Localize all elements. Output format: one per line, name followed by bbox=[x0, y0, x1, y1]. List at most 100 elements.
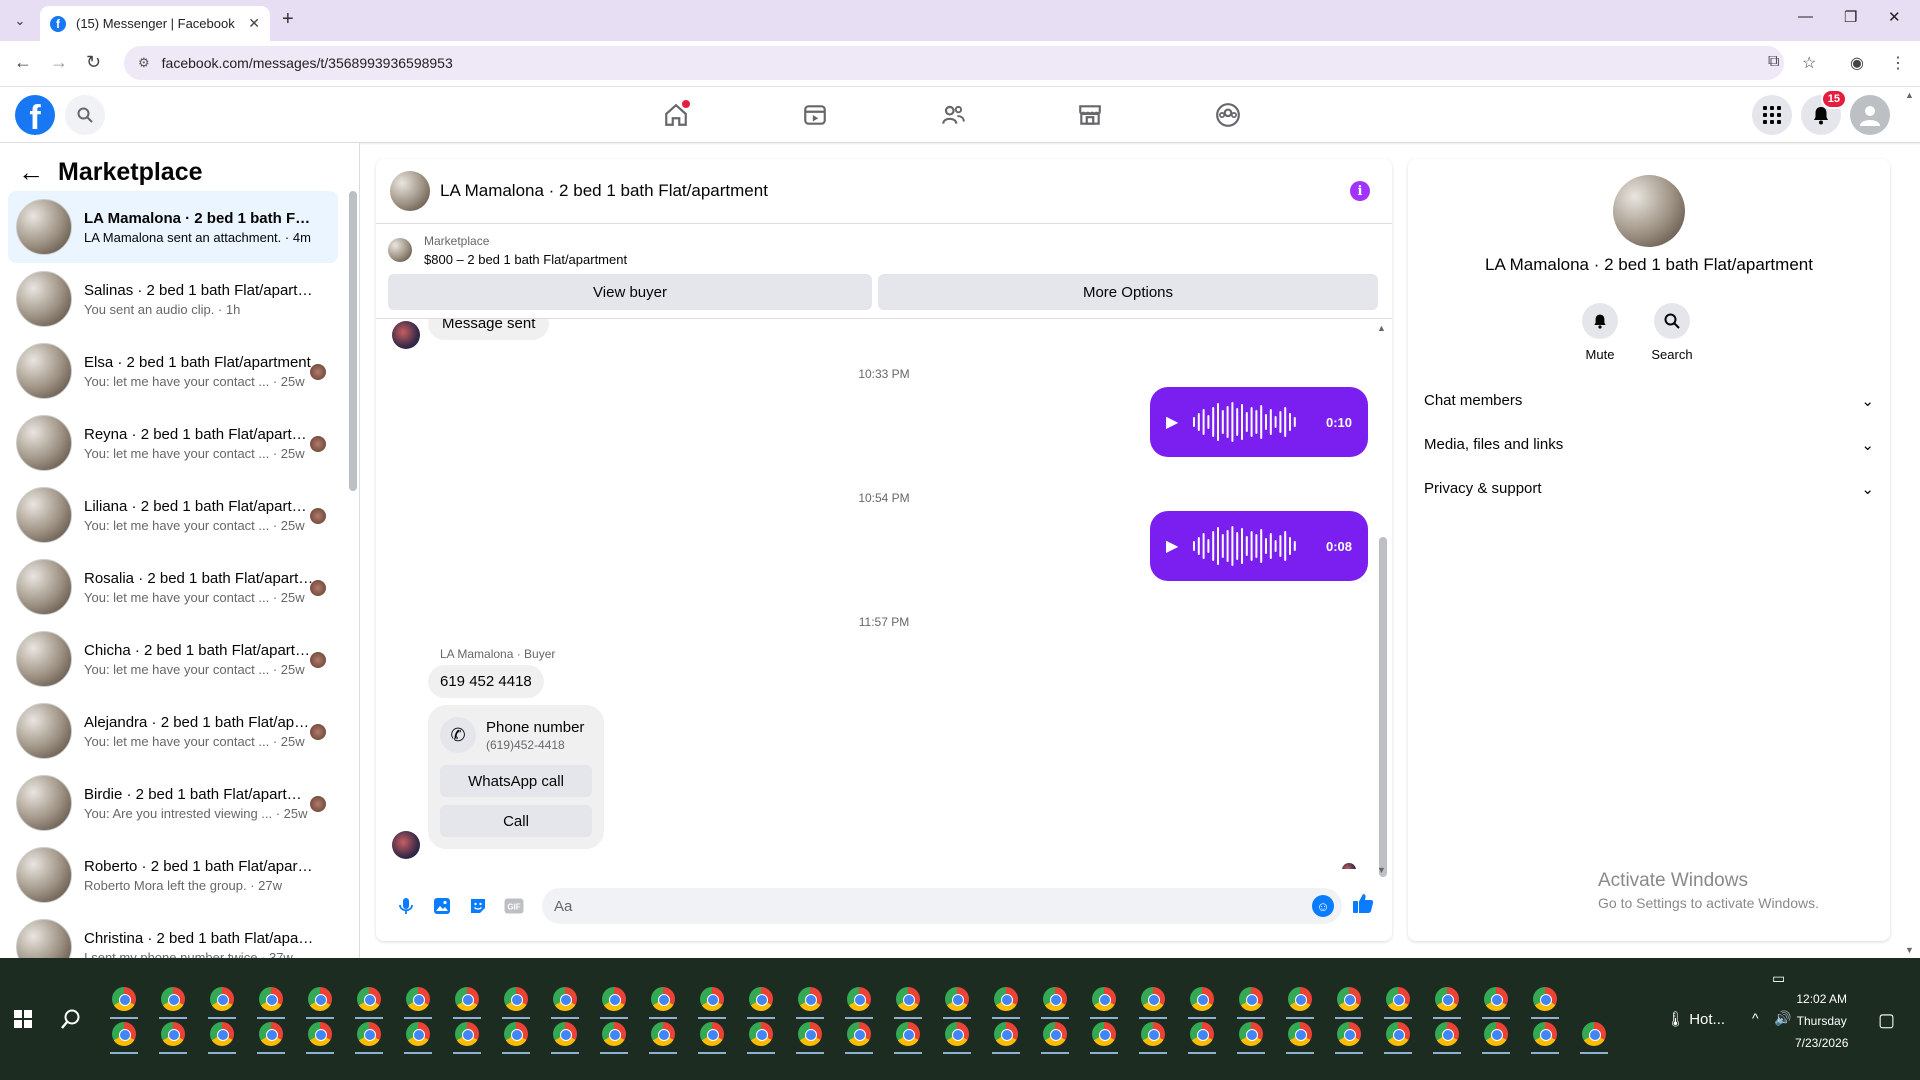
whatsapp-call-button[interactable]: WhatsApp call bbox=[440, 765, 592, 797]
message-input[interactable]: Aa ☺ bbox=[542, 888, 1342, 924]
groups-icon[interactable] bbox=[1208, 95, 1248, 135]
facebook-logo-icon[interactable]: f bbox=[15, 95, 55, 135]
page-scroll-up-icon[interactable]: ▲ bbox=[1905, 90, 1914, 100]
taskbar-chrome-icon[interactable] bbox=[1386, 987, 1410, 1011]
chat-scrollbar[interactable] bbox=[1379, 537, 1387, 877]
taskbar-chrome-icon[interactable] bbox=[504, 987, 528, 1011]
taskbar-chrome-icon[interactable] bbox=[994, 987, 1018, 1011]
listing-price[interactable]: $800 – 2 bed 1 bath Flat/apartment bbox=[424, 252, 627, 267]
marketplace-icon[interactable] bbox=[1070, 95, 1110, 135]
browser-tab[interactable]: f (15) Messenger | Facebook ✕ bbox=[40, 6, 270, 41]
taskbar-chrome-icon[interactable] bbox=[847, 987, 871, 1011]
taskbar-search-icon[interactable] bbox=[60, 1008, 82, 1036]
page-scroll-down-icon[interactable]: ▼ bbox=[1905, 945, 1914, 955]
windows-start-icon[interactable] bbox=[14, 1010, 32, 1033]
gif-icon[interactable]: GIF bbox=[496, 888, 532, 924]
conversation-item[interactable]: Christina · 2 bed 1 bath Flat/apartment I… bbox=[8, 911, 338, 958]
minimize-icon[interactable]: — bbox=[1798, 8, 1813, 25]
conversation-item[interactable]: Elsa · 2 bed 1 bath Flat/apartment You: l… bbox=[8, 335, 338, 407]
contact-avatar[interactable] bbox=[392, 831, 420, 859]
listing-thumbnail[interactable] bbox=[388, 238, 412, 262]
contact-avatar[interactable] bbox=[392, 321, 420, 349]
taskbar-chrome-icon[interactable] bbox=[1092, 1022, 1116, 1046]
taskbar-chrome-icon[interactable] bbox=[1190, 1022, 1214, 1046]
conversation-item[interactable]: Reyna · 2 bed 1 bath Flat/apartment You: … bbox=[8, 407, 338, 479]
taskbar-chrome-icon[interactable] bbox=[1288, 987, 1312, 1011]
back-icon[interactable]: ← bbox=[14, 52, 32, 73]
audio-message[interactable]: ▶ 0:10 bbox=[1150, 387, 1368, 457]
conversation-item[interactable]: Alejandra · 2 bed 1 bath Flat/apartment Y… bbox=[8, 695, 338, 767]
audio-message[interactable]: ▶ 0:08 bbox=[1150, 511, 1368, 581]
taskbar-chrome-icon[interactable] bbox=[1288, 1022, 1312, 1046]
taskbar-chrome-icon[interactable] bbox=[1582, 1022, 1606, 1046]
taskbar-chrome-icon[interactable] bbox=[1533, 987, 1557, 1011]
bookmark-star-icon[interactable]: ☆ bbox=[1802, 53, 1816, 73]
taskbar-chrome-icon[interactable] bbox=[1092, 987, 1116, 1011]
bell-icon[interactable] bbox=[1582, 303, 1618, 339]
conversation-item[interactable]: Birdie · 2 bed 1 bath Flat/apartment You:… bbox=[8, 767, 338, 839]
emoji-icon[interactable]: ☺ bbox=[1312, 895, 1334, 917]
taskbar-chrome-icon[interactable] bbox=[749, 987, 773, 1011]
home-icon[interactable] bbox=[656, 95, 696, 135]
conversation-item[interactable]: Chicha · 2 bed 1 bath Flat/apartment You:… bbox=[8, 623, 338, 695]
taskbar-chrome-icon[interactable] bbox=[1141, 1022, 1165, 1046]
restore-icon[interactable]: ❐ bbox=[1844, 8, 1857, 26]
site-info-icon[interactable]: ⚙ bbox=[138, 55, 150, 71]
chat-avatar[interactable] bbox=[390, 171, 430, 211]
taskbar-chrome-icon[interactable] bbox=[798, 1022, 822, 1046]
conversation-item[interactable]: Salinas · 2 bed 1 bath Flat/apartment You… bbox=[8, 263, 338, 335]
taskbar-chrome-icon[interactable] bbox=[112, 1022, 136, 1046]
media-files-section[interactable]: Media, files and links ⌄ bbox=[1424, 436, 1874, 454]
taskbar-chrome-icon[interactable] bbox=[1141, 987, 1165, 1011]
privacy-support-section[interactable]: Privacy & support ⌄ bbox=[1424, 480, 1874, 498]
conversation-item[interactable]: LA Mamalona · 2 bed 1 bath Flat/apartmen… bbox=[8, 191, 338, 263]
notifications-bell-icon[interactable]: 15 bbox=[1801, 89, 1847, 135]
taskbar-chrome-icon[interactable] bbox=[602, 987, 626, 1011]
taskbar-chrome-icon[interactable] bbox=[1386, 1022, 1410, 1046]
taskbar-chrome-icon[interactable] bbox=[455, 987, 479, 1011]
taskbar-chrome-icon[interactable] bbox=[259, 1022, 283, 1046]
thumbs-up-icon[interactable] bbox=[1352, 892, 1374, 920]
taskbar-chrome-icon[interactable] bbox=[161, 1022, 185, 1046]
taskbar-chrome-icon[interactable] bbox=[308, 987, 332, 1011]
search-action[interactable]: Search bbox=[1642, 303, 1702, 362]
taskbar-chrome-icon[interactable] bbox=[406, 987, 430, 1011]
taskbar-chrome-icon[interactable] bbox=[1337, 987, 1361, 1011]
mute-action[interactable]: Mute bbox=[1570, 303, 1630, 362]
taskbar-chrome-icon[interactable] bbox=[651, 987, 675, 1011]
menu-grid-icon[interactable] bbox=[1752, 95, 1792, 135]
taskbar-chrome-icon[interactable] bbox=[357, 987, 381, 1011]
taskbar-chrome-icon[interactable] bbox=[357, 1022, 381, 1046]
weather-widget[interactable]: 🌡 Hot... bbox=[1666, 1010, 1725, 1028]
taskbar-chrome-icon[interactable] bbox=[455, 1022, 479, 1046]
address-bar[interactable]: ⚙ facebook.com/messages/t/35689939365989… bbox=[124, 46, 1784, 80]
taskbar-chrome-icon[interactable] bbox=[602, 1022, 626, 1046]
tab-close-icon[interactable]: ✕ bbox=[248, 15, 260, 32]
taskbar-chrome-icon[interactable] bbox=[994, 1022, 1018, 1046]
taskbar-chrome-icon[interactable] bbox=[1337, 1022, 1361, 1046]
call-button[interactable]: Call bbox=[440, 805, 592, 837]
video-icon[interactable] bbox=[795, 95, 835, 135]
taskbar-clock[interactable]: 12:02 AM Thursday 7/23/2026 bbox=[1795, 988, 1848, 1054]
microphone-icon[interactable] bbox=[388, 888, 424, 924]
taskbar-chrome-icon[interactable] bbox=[308, 1022, 332, 1046]
taskbar-chrome-icon[interactable] bbox=[945, 987, 969, 1011]
back-arrow-icon[interactable]: ← bbox=[18, 157, 44, 188]
search-icon[interactable] bbox=[65, 95, 105, 135]
tab-search-chevron-icon[interactable]: ⌄ bbox=[8, 9, 32, 33]
forward-icon[interactable]: → bbox=[50, 52, 68, 73]
taskbar-chrome-icon[interactable] bbox=[504, 1022, 528, 1046]
taskbar-chrome-icon[interactable] bbox=[210, 1022, 234, 1046]
new-tab-icon[interactable]: + bbox=[282, 8, 294, 31]
taskbar-chrome-icon[interactable] bbox=[1043, 1022, 1067, 1046]
taskbar-chrome-icon[interactable] bbox=[945, 1022, 969, 1046]
chat-members-section[interactable]: Chat members ⌄ bbox=[1424, 392, 1874, 410]
taskbar-chrome-icon[interactable] bbox=[1043, 987, 1067, 1011]
menu-dots-icon[interactable]: ⋮ bbox=[1890, 53, 1906, 73]
taskbar-chrome-icon[interactable] bbox=[1239, 987, 1263, 1011]
taskbar-chrome-icon[interactable] bbox=[1239, 1022, 1263, 1046]
taskbar-chrome-icon[interactable] bbox=[1533, 1022, 1557, 1046]
taskbar-chrome-icon[interactable] bbox=[161, 987, 185, 1011]
taskbar-chrome-icon[interactable] bbox=[259, 987, 283, 1011]
conversation-item[interactable]: Roberto · 2 bed 1 bath Flat/apartment Rob… bbox=[8, 839, 338, 911]
